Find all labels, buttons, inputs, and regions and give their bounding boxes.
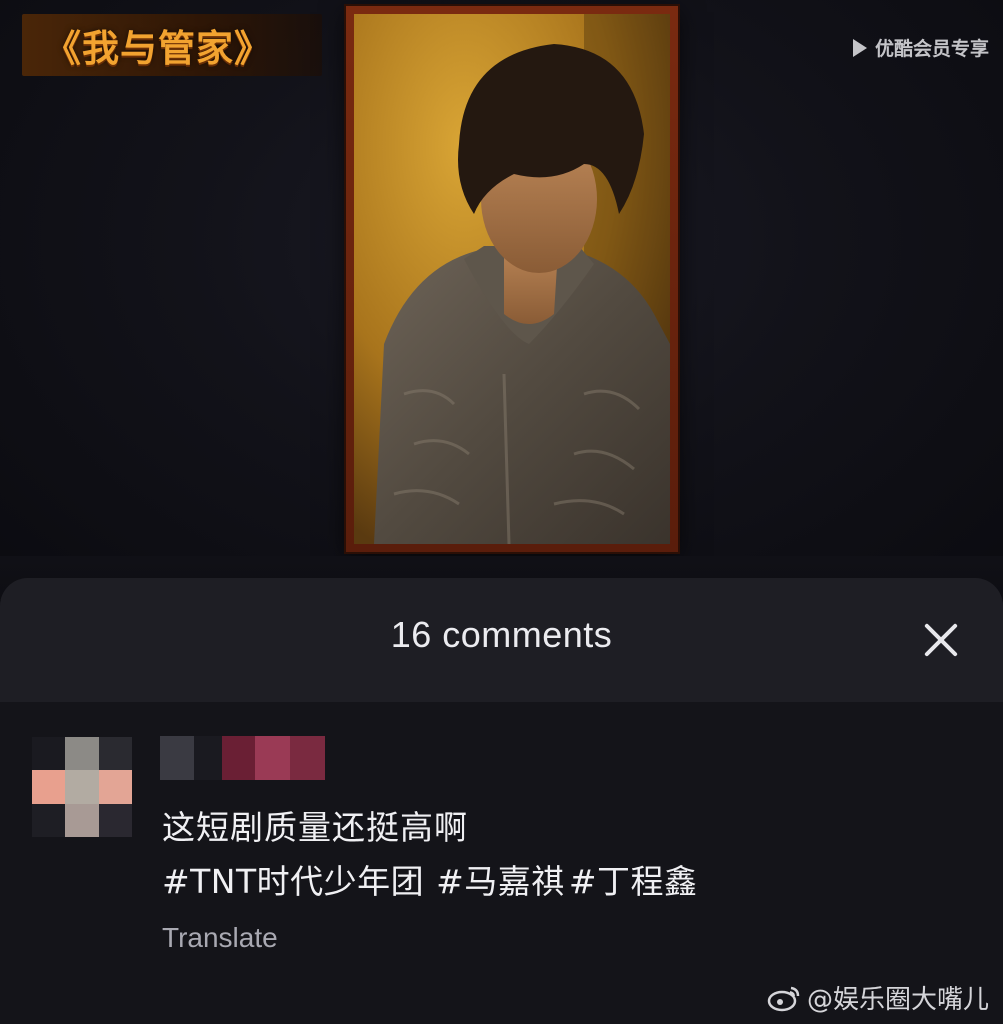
platform-badge: 优酷会员专享: [852, 34, 989, 61]
watermark-text: @娱乐圈大嘴儿: [806, 985, 989, 1015]
hashtag-tnt[interactable]: #TNT时代少年团: [162, 862, 424, 901]
close-icon[interactable]: [919, 618, 963, 662]
comments-sheet: 16 comments 这短剧质量还挺高啊 #TNT时代少年团 #马嘉祺 #丁程…: [0, 578, 1003, 1024]
username-blurred[interactable]: [160, 736, 325, 780]
watermark: @娱乐圈大嘴儿: [767, 979, 989, 1016]
comment-count: 16 comments: [390, 614, 613, 655]
translate-link[interactable]: Translate: [162, 922, 278, 954]
weibo-icon: [767, 986, 800, 1011]
comment-text: 这短剧质量还挺高啊: [162, 808, 468, 847]
platform-badge-label: 优酷会员专享: [874, 38, 989, 60]
avatar[interactable]: [32, 737, 132, 837]
video-player[interactable]: 《我与管家》 优酷会员专享: [0, 0, 1003, 600]
poster-image: [354, 14, 670, 544]
poster-frame: [346, 6, 678, 552]
comments-list: 这短剧质量还挺高啊 #TNT时代少年团 #马嘉祺 #丁程鑫 Translate @娱…: [0, 702, 1003, 1024]
hashtag-list: #TNT时代少年团 #马嘉祺 #丁程鑫: [162, 854, 709, 910]
app-screen: 《我与管家》 优酷会员专享 16 comments 这短剧质量还挺高啊 #TNT…: [0, 0, 1003, 1024]
person-portrait-icon: [354, 14, 670, 544]
show-title: 《我与管家》: [22, 14, 322, 76]
play-icon: [852, 38, 867, 57]
comments-header: 16 comments: [0, 578, 1003, 702]
hashtag-ma-jiaqi[interactable]: #马嘉祺: [436, 862, 565, 901]
hashtag-ding-chengxin[interactable]: #丁程鑫: [569, 862, 698, 901]
